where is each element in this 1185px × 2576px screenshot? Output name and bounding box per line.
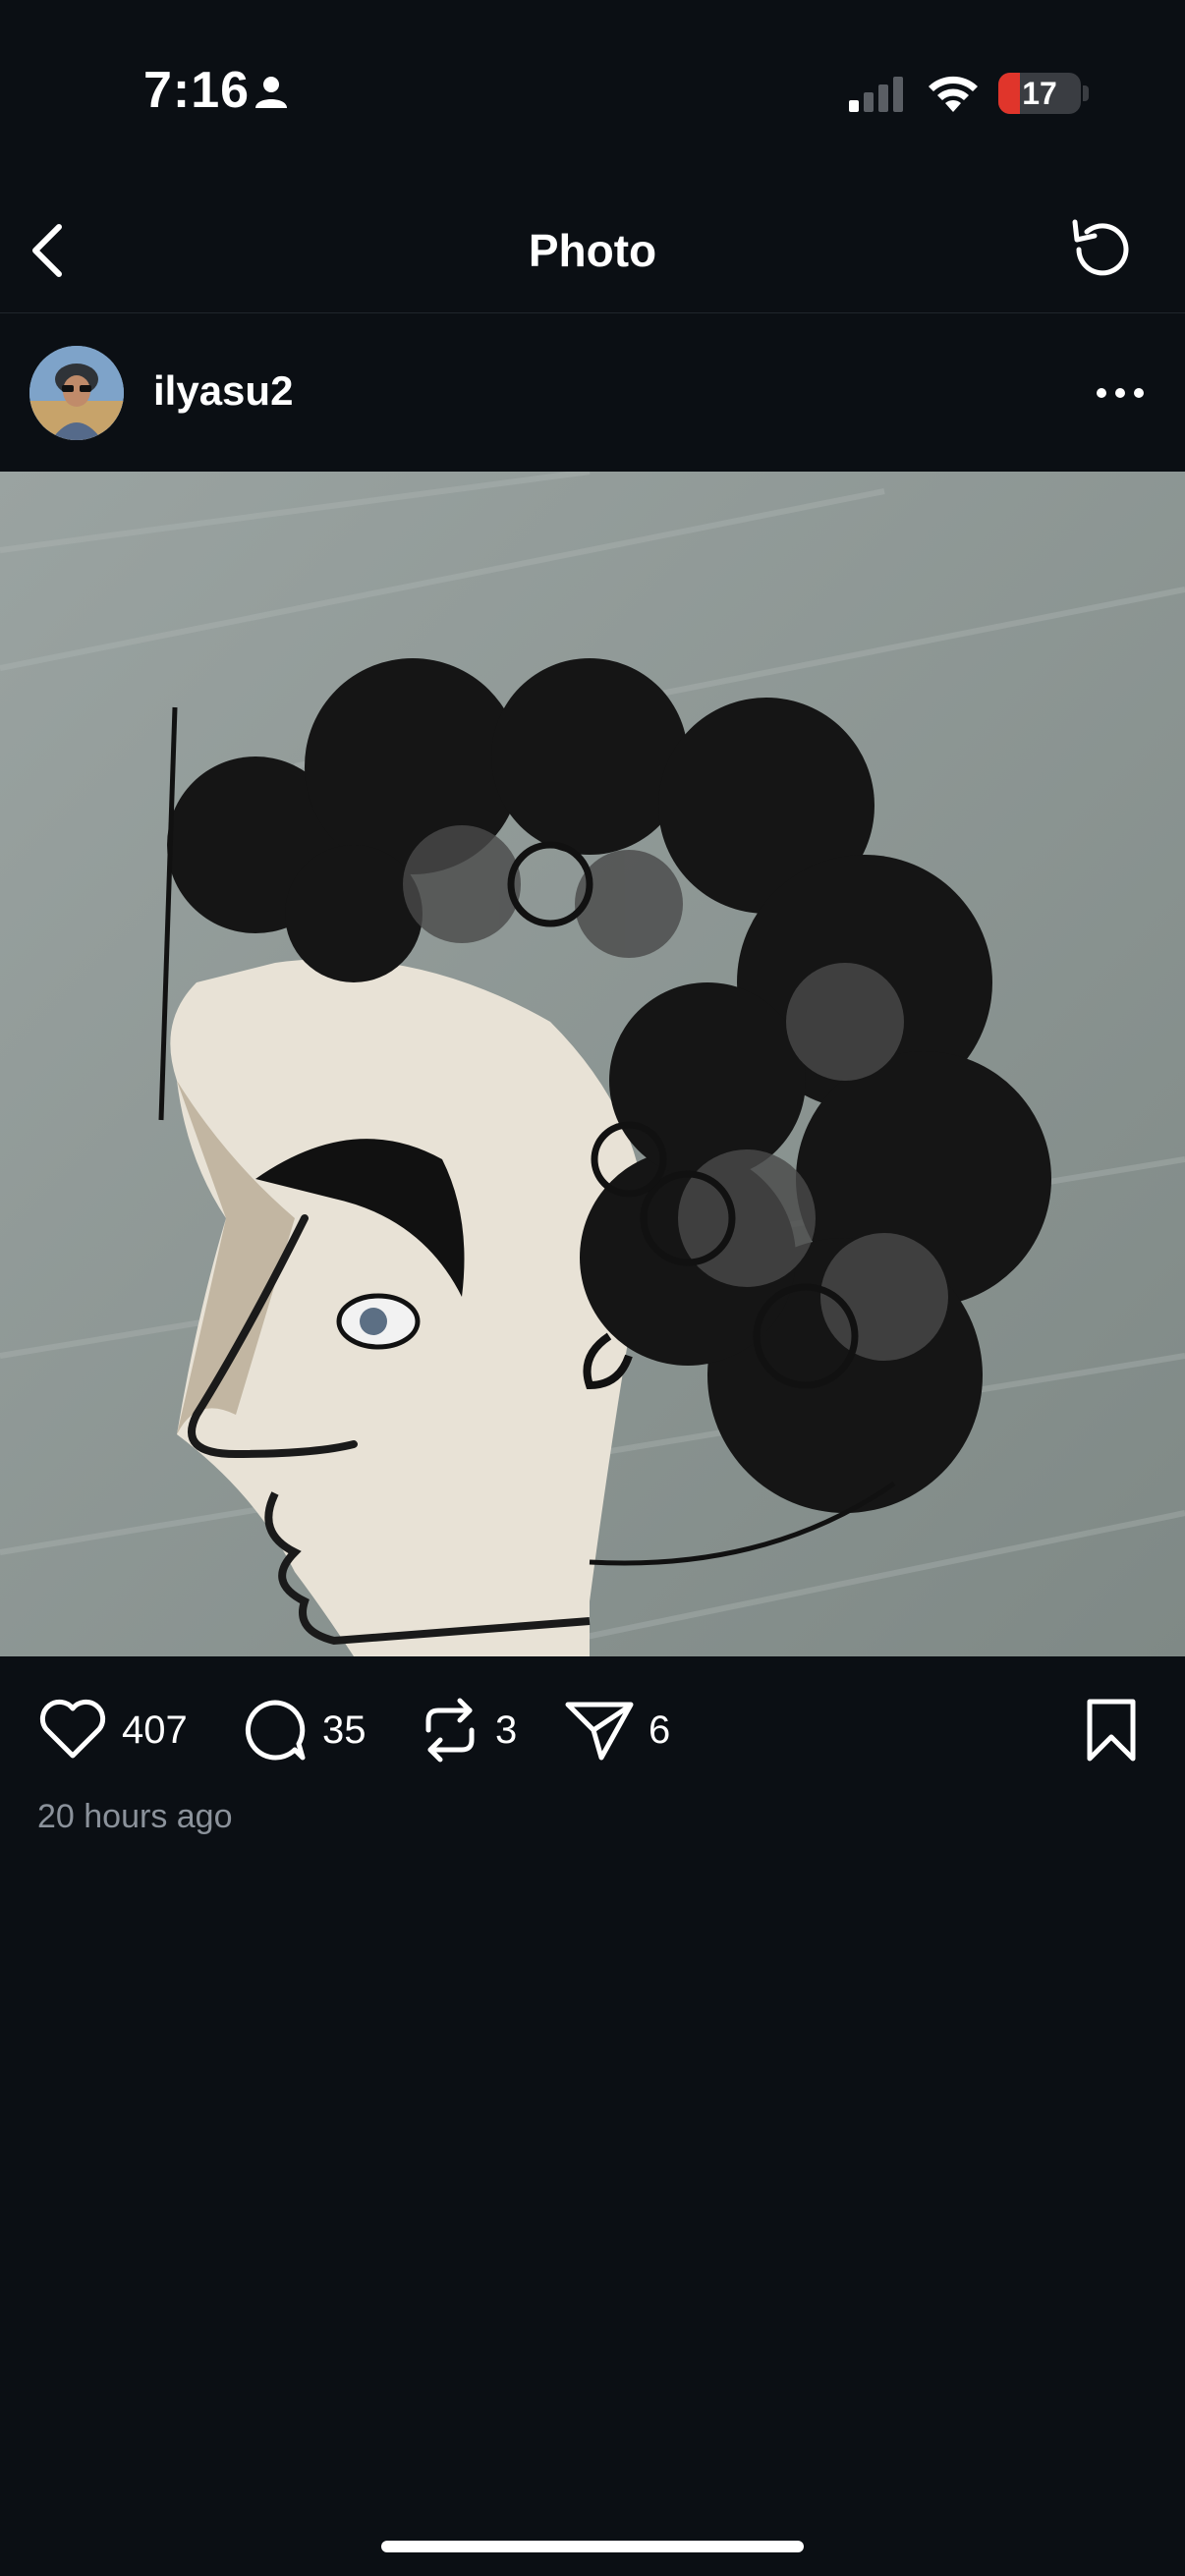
battery-icon: 17 — [998, 73, 1081, 114]
post-timestamp: 20 hours ago — [37, 1798, 233, 1835]
post-actions: 407 35 3 6 — [0, 1660, 1185, 1798]
person-icon — [254, 75, 289, 115]
post-image[interactable] — [0, 472, 1185, 1656]
nav-header: Photo — [0, 187, 1185, 313]
send-icon — [565, 1702, 634, 1761]
share-count: 6 — [649, 1708, 671, 1752]
like-button[interactable]: 407 — [37, 1696, 188, 1764]
repost-icon — [425, 1698, 475, 1763]
comment-count: 35 — [322, 1708, 367, 1752]
more-options-button[interactable] — [1081, 364, 1159, 422]
repost-count: 3 — [495, 1708, 518, 1752]
post-author-row: ilyasu2 — [0, 314, 1185, 472]
bookmark-button[interactable] — [1077, 1696, 1146, 1764]
page-title: Photo — [528, 225, 657, 276]
comment-button[interactable]: 35 — [242, 1696, 367, 1764]
battery-tip — [1083, 85, 1089, 101]
heart-icon — [39, 1699, 106, 1759]
home-indicator[interactable] — [381, 2541, 804, 2552]
ellipsis-icon — [1097, 388, 1144, 398]
repost-button[interactable]: 3 — [419, 1696, 517, 1764]
signal-icon — [847, 75, 906, 119]
status-time: 7:16 — [143, 62, 251, 119]
refresh-button[interactable] — [1061, 210, 1140, 289]
like-count: 407 — [122, 1708, 188, 1752]
refresh-icon — [1072, 219, 1129, 276]
wifi-icon — [926, 71, 981, 119]
status-bar: 7:16 17 — [0, 0, 1185, 177]
avatar[interactable] — [29, 346, 124, 440]
battery-level: 17 — [1022, 76, 1057, 111]
bookmark-icon — [1087, 1699, 1136, 1762]
author-username[interactable]: ilyasu2 — [153, 367, 293, 415]
share-button[interactable]: 6 — [564, 1696, 670, 1764]
comment-icon — [245, 1700, 306, 1761]
